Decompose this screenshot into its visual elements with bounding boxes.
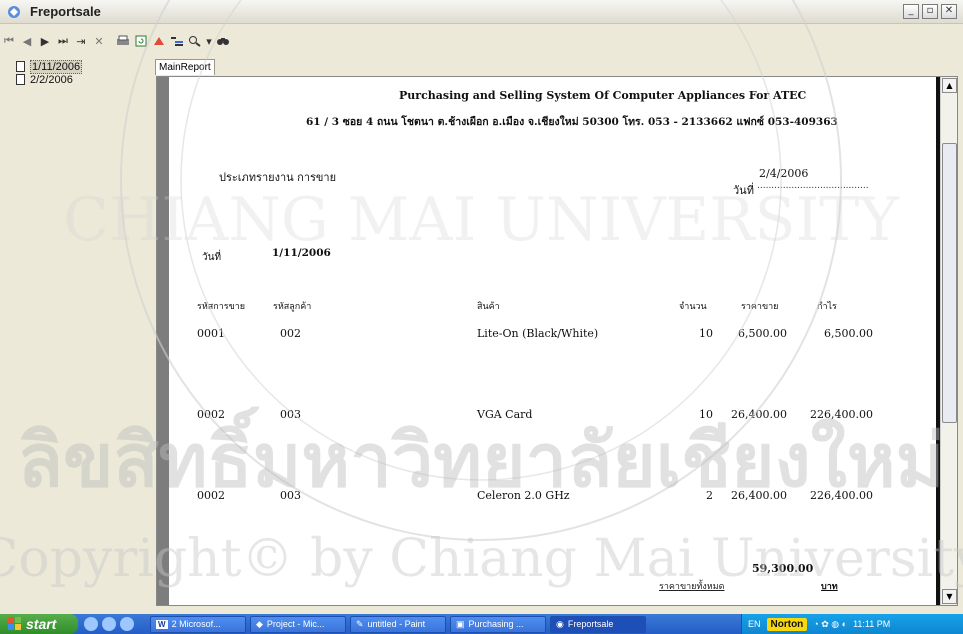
task-purchasing[interactable]: ▣ Purchasing ... [450,615,546,633]
row-product: Lite-On (Black/White) [477,327,599,340]
tree-item[interactable]: 2/2/2006 [16,73,144,86]
col-header-qty: จำนวน [679,302,707,312]
system-tray: EN Norton ◔ ✿ ◍ ◐ 11:11 PM [741,614,963,634]
app-task-icon: ▣ [456,618,465,629]
task-paint[interactable]: ✎ untitled - Paint [350,615,446,633]
row-customer-id: 002 [280,327,301,340]
row-product: VGA Card [477,408,533,421]
report-address: 61 / 3 ซอย 4 ถนน โชตนา ต.ช้างเผือก อ.เมื… [306,116,838,128]
group-date-label: วันที่ [202,252,222,263]
quick-launch [84,617,134,631]
scroll-down-icon[interactable]: ▼ [942,589,957,604]
col-header-profit: กำไร [817,302,837,312]
tree-item-label: 2/2/2006 [30,73,73,86]
minimize-button[interactable]: _ [903,4,919,19]
date-underline: ....................................... [757,181,869,191]
app-icon [6,4,22,20]
task-word[interactable]: W 2 Microsof... [150,615,246,633]
task-label: Project - Mic... [266,619,325,629]
row-product: Celeron 2.0 GHz [477,489,570,502]
search-icon[interactable] [214,32,232,50]
report-title: Purchasing and Selling System Of Compute… [399,89,807,102]
last-page-icon[interactable]: ⏭ [54,32,72,50]
tree-item[interactable]: 1/11/2006 [16,59,144,74]
row-profit: 6,500.00 [824,327,873,340]
total-value: 59,300.00 [752,562,814,575]
row-price: 6,500.00 [738,327,787,340]
date-value: 2/4/2006 [759,167,809,180]
task-label: untitled - Paint [367,619,426,629]
word-icon: W [156,619,168,629]
media-player-icon[interactable] [84,617,98,631]
restore-button[interactable]: ▫ [922,4,938,19]
title-bar: Freportsale _ ▫ ✕ [0,0,963,24]
col-header-sale-id: รหัสการขาย [197,302,246,312]
page-left-border [157,77,169,605]
row-sale-id: 0002 [197,489,225,502]
row-profit: 226,400.00 [810,408,873,421]
close-report-icon[interactable]: ✕ [90,32,108,50]
vertical-scrollbar[interactable]: ▲ ▼ [940,77,957,605]
window-title: Freportsale [30,4,101,19]
dropdown-icon[interactable]: ▾ [204,32,214,50]
project-icon: ◆ [256,618,263,629]
start-label: start [26,616,57,632]
print-icon[interactable] [114,32,132,50]
report-window: Freportsale _ ▫ ✕ ⏮ ◀ ▶ ⏭ ⇥ ✕ ▾ 1/11/200… [0,0,963,614]
row-qty: 10 [699,327,713,340]
norton-badge[interactable]: Norton [766,617,808,631]
goto-page-icon[interactable]: ⇥ [72,32,90,50]
task-freportsale[interactable]: ◉ Freportsale [550,615,646,633]
col-header-customer-id: รหัสลูกค้า [273,302,312,312]
refresh-icon[interactable] [132,32,150,50]
group-date-value: 1/11/2006 [272,247,331,259]
row-sale-id: 0002 [197,408,225,421]
first-page-icon[interactable]: ⏮ [0,32,18,50]
row-price: 26,400.00 [731,489,787,502]
ie-icon[interactable] [120,617,134,631]
total-label: ราคาขายทั้งหมด [659,582,725,592]
start-button[interactable]: start [0,614,78,634]
row-price: 26,400.00 [731,408,787,421]
group-tree-icon[interactable] [168,32,186,50]
app-task-icon: ◉ [556,618,564,629]
zoom-icon[interactable] [186,32,204,50]
row-customer-id: 003 [280,408,301,421]
clock: 11:11 PM [853,619,891,629]
date-label: วันที่ [733,184,754,197]
report-toolbar: ⏮ ◀ ▶ ⏭ ⇥ ✕ ▾ [0,30,963,52]
row-qty: 10 [699,408,713,421]
report-tabs: MainReport [155,59,215,75]
tab-mainreport[interactable]: MainReport [155,59,215,75]
task-label: Freportsale [567,619,614,629]
group-tree: 1/11/2006 2/2/2006 [16,59,144,608]
report-viewer: Purchasing and Selling System Of Compute… [156,76,958,606]
next-page-icon[interactable]: ▶ [36,32,54,50]
task-label: Purchasing ... [468,619,524,629]
currency-label: บาท [821,582,838,592]
prev-page-icon[interactable]: ◀ [18,32,36,50]
taskbar: start W 2 Microsof... ◆ Project - Mic...… [0,614,963,634]
task-label: 2 Microsof... [171,619,221,629]
document-icon [16,74,25,85]
document-icon [16,61,25,72]
scroll-up-icon[interactable]: ▲ [942,78,957,93]
task-project[interactable]: ◆ Project - Mic... [250,615,346,633]
paint-icon: ✎ [356,618,364,629]
tree-item-label: 1/11/2006 [30,59,83,74]
row-profit: 226,400.00 [810,489,873,502]
row-customer-id: 003 [280,489,301,502]
row-qty: 2 [706,489,713,502]
col-header-price: ราคาขาย [741,302,779,312]
col-header-product: สินค้า [477,302,500,312]
tray-icons: ◔ ✿ ◍ ◐ [813,618,848,629]
windows-logo-icon [8,617,21,630]
report-type-label: ประเภทรายงาน การขาย [219,171,337,184]
close-button[interactable]: ✕ [941,4,957,19]
export-icon[interactable] [150,32,168,50]
row-sale-id: 0001 [197,327,225,340]
language-indicator[interactable]: EN [748,619,761,629]
scroll-thumb[interactable] [942,143,957,423]
browser-icon[interactable] [102,617,116,631]
